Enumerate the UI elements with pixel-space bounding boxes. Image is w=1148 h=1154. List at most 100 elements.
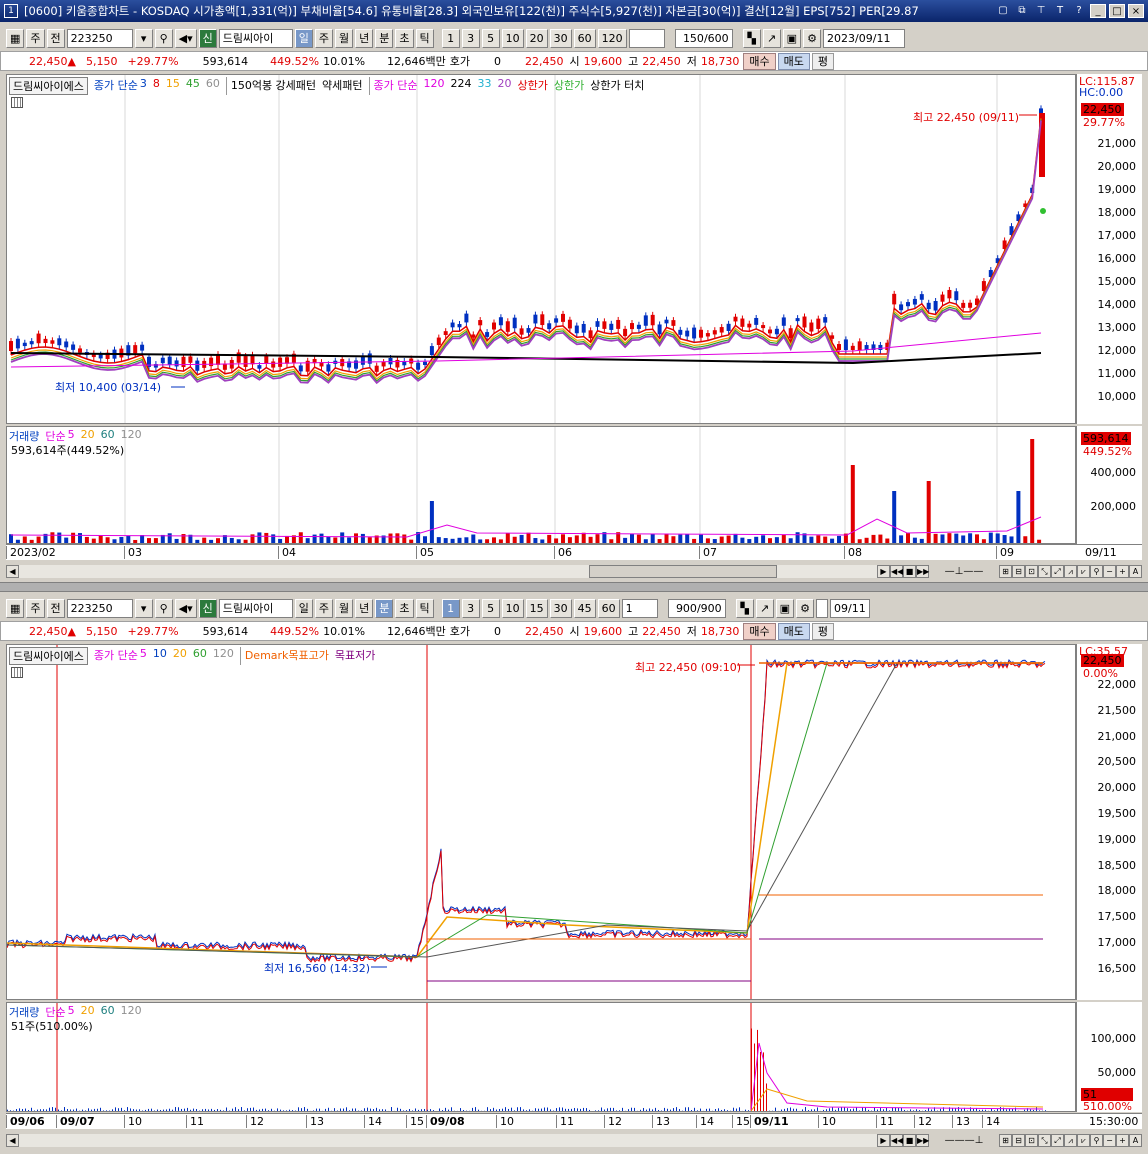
stop-icon[interactable]: ■ — [903, 564, 916, 578]
gear-icon[interactable]: ⚙ — [803, 28, 822, 48]
draw-tool-icon[interactable]: ⤡ — [1038, 1133, 1051, 1147]
scroll-thumb[interactable] — [589, 564, 777, 578]
sound-icon[interactable]: ◀▾ — [174, 598, 197, 618]
search-icon[interactable]: ⚲ — [154, 28, 173, 48]
num-button[interactable]: 30 — [549, 598, 572, 618]
chart-type-icon[interactable]: ⊡ — [1025, 564, 1038, 578]
chart-type-icon[interactable]: ⊡ — [1025, 1133, 1038, 1147]
panel-divider[interactable] — [0, 582, 1148, 592]
flat-button[interactable]: 평 — [811, 622, 835, 640]
num-button[interactable]: 5 — [481, 598, 500, 618]
num-button[interactable]: 60 — [597, 598, 620, 618]
bottom-scrollbar[interactable]: ◀ ▶ ◀◀ ■ ▶▶ ———⊥ ⊞ ⊟ ⊡ ⤡ ⤢ ⩘ ⩗ ⚲ − + A — [6, 1132, 1142, 1148]
table-icon[interactable] — [11, 97, 23, 108]
forward-icon[interactable]: ▶▶ — [916, 564, 929, 578]
period-select[interactable]: 주 — [26, 28, 45, 48]
flat-button[interactable]: 평 — [811, 52, 835, 70]
forward-icon[interactable]: ▶▶ — [916, 1133, 929, 1147]
num-button[interactable]: 10 — [501, 598, 524, 618]
top-scrollbar[interactable]: ◀ ▶ ◀◀ ■ ▶▶ —⊥—— ⊞ ⊟ ⊡ ⤡ ⤢ ⩘ ⩗ ⚲ − + A — [6, 563, 1142, 579]
top-volume-chart[interactable]: 거래량 단순 5 20 60 120 593,614주(449.52%) — [6, 426, 1076, 544]
buy-button[interactable]: 매수 — [743, 622, 776, 640]
help-icon[interactable]: ? — [1071, 4, 1087, 18]
sell-button[interactable]: 매도 — [777, 622, 810, 640]
rewind-icon[interactable]: ◀◀ — [890, 564, 903, 578]
buy-button[interactable]: 매수 — [743, 52, 776, 70]
tab-second[interactable]: 초 — [395, 28, 414, 48]
tab-year[interactable]: 년 — [355, 598, 374, 618]
stop-icon[interactable]: ■ — [903, 1133, 916, 1147]
zoom-icon[interactable]: ⚲ — [1090, 1133, 1103, 1147]
layout-icon[interactable]: ▦ — [6, 28, 25, 48]
scroll-track[interactable] — [19, 1133, 877, 1147]
code-input[interactable]: 223250 — [66, 28, 133, 48]
num-button[interactable]: 1 — [441, 28, 460, 48]
prev-button[interactable]: 전 — [46, 598, 65, 618]
rewind-icon[interactable]: ◀◀ — [890, 1133, 903, 1147]
minimize-icon[interactable]: _ — [1090, 4, 1106, 18]
num-button[interactable]: 3 — [461, 28, 480, 48]
num-button[interactable]: 120 — [597, 28, 627, 48]
date-input[interactable]: 09/11 — [830, 598, 871, 618]
draw-tool-icon[interactable]: ⩘ — [1064, 564, 1077, 578]
window-link-icon[interactable]: ⧉ — [1014, 4, 1030, 18]
code-dropdown-icon[interactable]: ▾ — [134, 598, 153, 618]
tab-day[interactable]: 일 — [294, 598, 313, 618]
draw-icon[interactable]: ↗ — [762, 28, 781, 48]
bottom-volume-chart[interactable]: 거래량 단순 5 20 60 120 51주(510.00%) — [6, 1002, 1076, 1112]
scroll-left-icon[interactable]: ◀ — [6, 1133, 19, 1147]
tab-month[interactable]: 월 — [335, 598, 354, 618]
tab-tick[interactable]: 틱 — [415, 28, 434, 48]
chart-type-icon[interactable]: ⊟ — [1012, 564, 1025, 578]
layout-icon[interactable]: ▦ — [6, 598, 25, 618]
scroll-track[interactable] — [19, 564, 877, 578]
top-price-chart[interactable]: 드림씨아이에스 종가 단순 3 8 15 45 60 150억봉 강세패턴 약세… — [6, 74, 1076, 424]
tab-second[interactable]: 초 — [395, 598, 414, 618]
tab-day[interactable]: 일 — [294, 28, 313, 48]
draw-tool-icon[interactable]: ⤢ — [1051, 564, 1064, 578]
draw-icon[interactable]: ↗ — [755, 598, 774, 618]
num-button[interactable]: 45 — [573, 598, 596, 618]
zoom-in-icon[interactable]: + — [1116, 1133, 1129, 1147]
search-icon[interactable]: ⚲ — [154, 598, 173, 618]
sound-icon[interactable]: ◀▾ — [174, 28, 197, 48]
tab-minute[interactable]: 분 — [375, 28, 394, 48]
zoom-in-icon[interactable]: + — [1116, 564, 1129, 578]
date-checkbox[interactable] — [816, 598, 829, 618]
tab-tick[interactable]: 틱 — [415, 598, 434, 618]
draw-tool-icon[interactable]: ⩘ — [1064, 1133, 1077, 1147]
prev-button[interactable]: 전 — [46, 28, 65, 48]
num-button[interactable]: 10 — [501, 28, 524, 48]
interval-select[interactable]: 1 — [621, 598, 658, 618]
indicator-icon[interactable]: ▚ — [735, 598, 754, 618]
num-button[interactable]: 30 — [549, 28, 572, 48]
num-button[interactable]: 15 — [525, 598, 548, 618]
draw-tool-icon[interactable]: ⤢ — [1051, 1133, 1064, 1147]
tab-week[interactable]: 주 — [314, 28, 334, 48]
num-button[interactable]: 20 — [525, 28, 548, 48]
sell-button[interactable]: 매도 — [777, 52, 810, 70]
chart-type-icon[interactable]: ⊞ — [999, 564, 1012, 578]
count-input[interactable]: 900/900 — [667, 598, 726, 618]
draw-tool-icon[interactable]: ⩗ — [1077, 564, 1090, 578]
font-icon[interactable]: T — [1052, 4, 1068, 18]
table-icon[interactable] — [11, 667, 23, 678]
maximize-icon[interactable]: □ — [1109, 4, 1125, 18]
zoom-slider[interactable]: ———⊥ — [929, 1135, 999, 1146]
window-split-icon[interactable]: ▢ — [995, 4, 1011, 18]
zoom-out-icon[interactable]: − — [1103, 1133, 1116, 1147]
pin-icon[interactable]: ⊤ — [1033, 4, 1049, 18]
interval-select[interactable] — [628, 28, 665, 48]
code-input[interactable]: 223250 — [66, 598, 133, 618]
tab-minute[interactable]: 분 — [375, 598, 394, 618]
tab-month[interactable]: 월 — [335, 28, 354, 48]
gear-icon[interactable]: ⚙ — [796, 598, 815, 618]
tab-year[interactable]: 년 — [355, 28, 374, 48]
shin-badge[interactable]: 신 — [198, 28, 217, 48]
save-icon[interactable]: ▣ — [775, 598, 795, 618]
save-icon[interactable]: ▣ — [782, 28, 802, 48]
text-icon[interactable]: A — [1129, 564, 1142, 578]
zoom-icon[interactable]: ⚲ — [1090, 564, 1103, 578]
indicator-icon[interactable]: ▚ — [742, 28, 761, 48]
close-icon[interactable]: × — [1128, 4, 1144, 18]
